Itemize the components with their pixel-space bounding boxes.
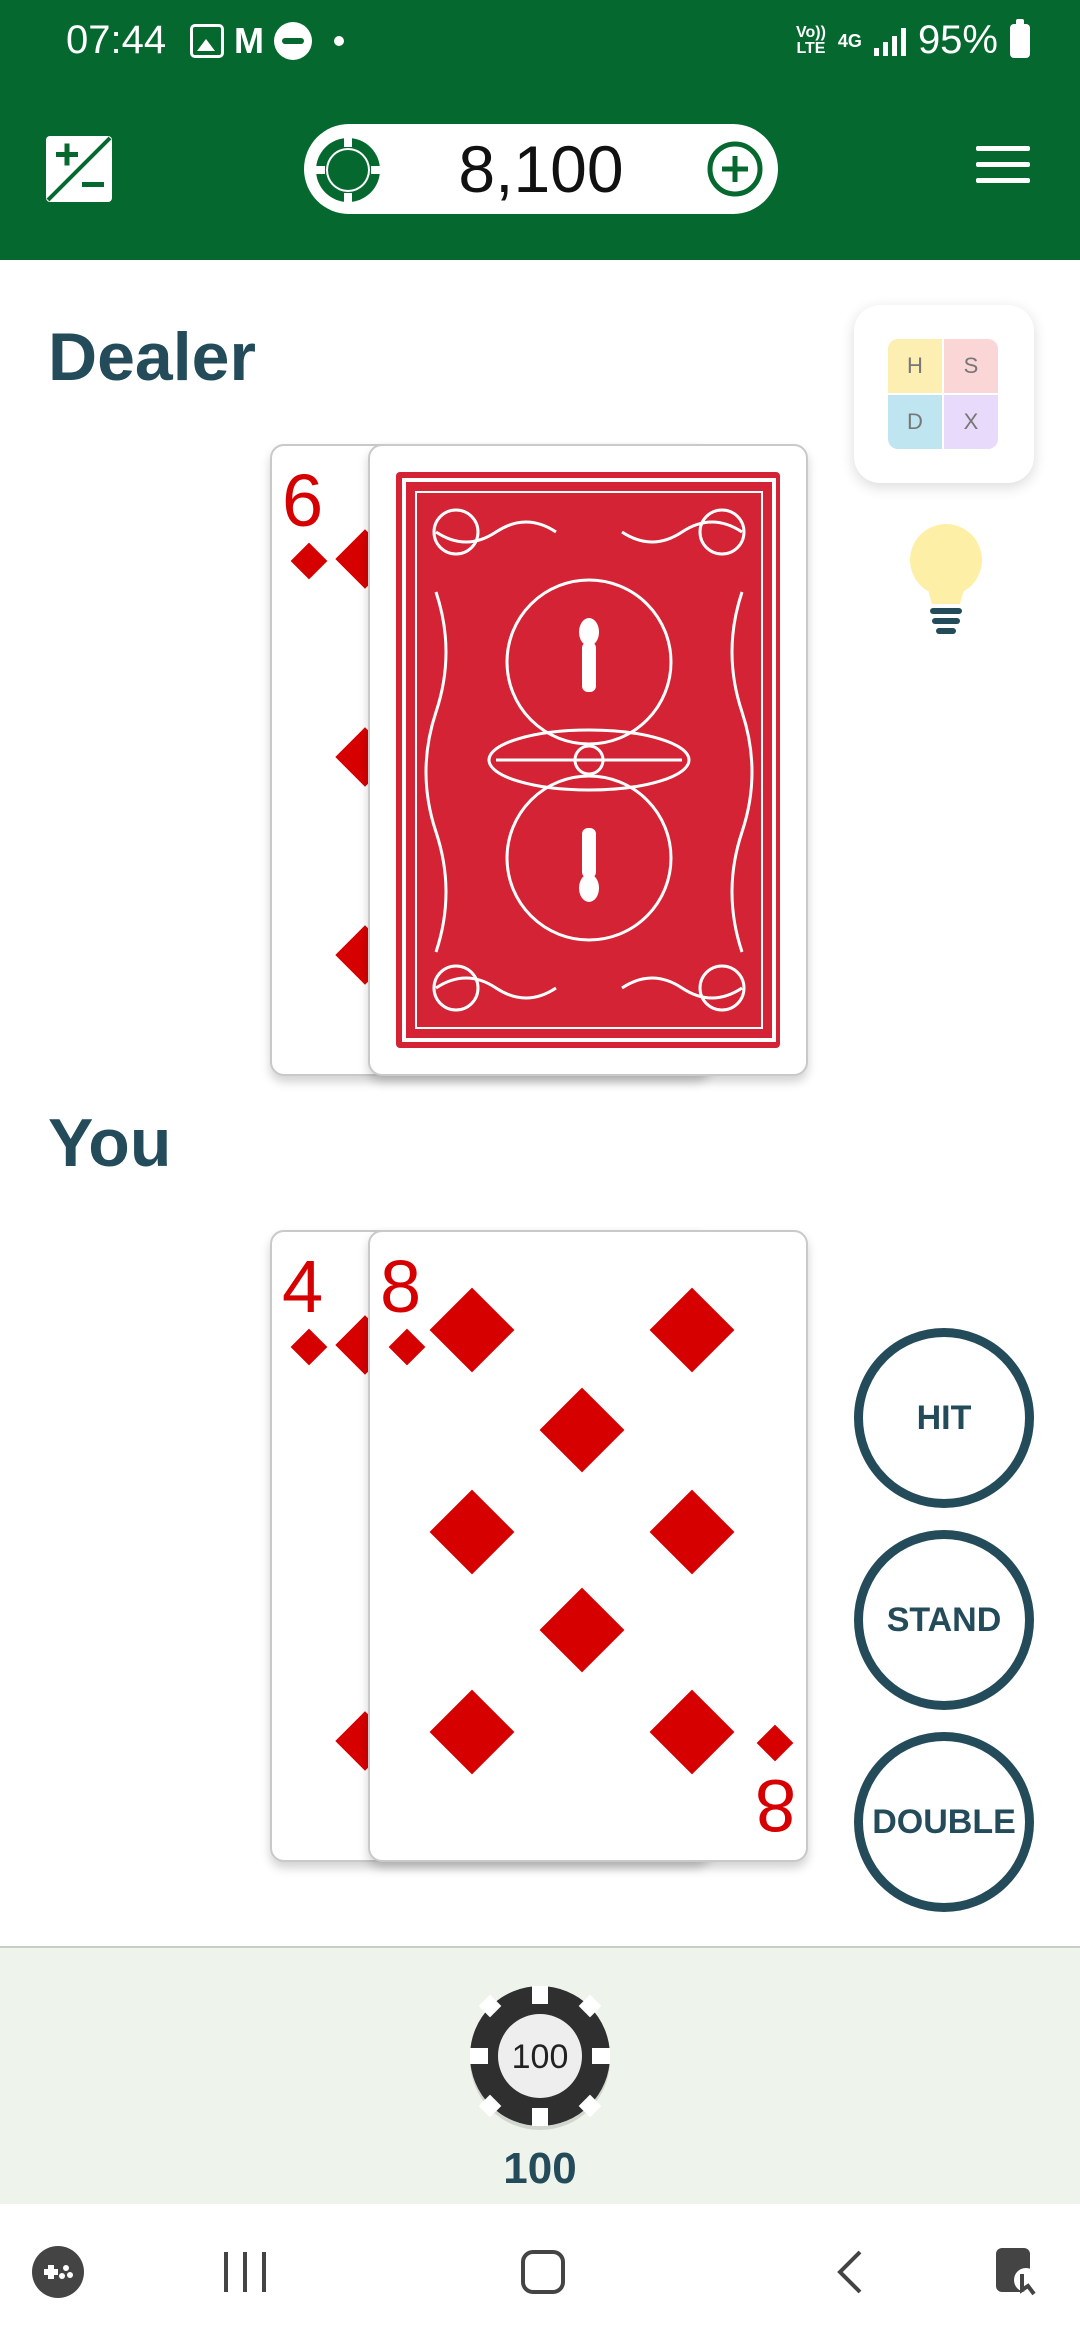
status-time: 07:44 (66, 18, 167, 62)
diamond-pip-icon (649, 1287, 735, 1373)
diamond-pip-icon (429, 1489, 515, 1575)
coin-balance[interactable]: 8,100 (304, 124, 778, 214)
gallery-notification-icon (190, 24, 224, 58)
diamond-pip-icon (429, 1689, 515, 1775)
hit-button[interactable]: HIT (854, 1328, 1034, 1508)
stand-button[interactable]: STAND (854, 1530, 1034, 1710)
coin-amount: 8,100 (458, 132, 624, 206)
volte-icon: Vo)) LTE (796, 23, 826, 57)
gmail-notification-icon: M (234, 20, 264, 61)
signal-strength-icon (873, 26, 906, 56)
bet-chip[interactable]: 100 (466, 1982, 614, 2130)
diamond-pip-icon (539, 1587, 625, 1673)
hamburger-menu-icon[interactable] (976, 146, 1030, 190)
app-bar: 8,100 (0, 82, 1080, 260)
dealer-label: Dealer (48, 319, 256, 395)
strategy-cell-stand: S (944, 339, 998, 393)
dealer-card-2-face-down (368, 444, 808, 1076)
diamond-suit-icon (756, 1724, 794, 1762)
strategy-cell-hit: H (888, 339, 942, 393)
system-nav-bar (0, 2204, 1080, 2340)
status-notification-icons: M (190, 22, 344, 60)
recent-apps-icon[interactable] (220, 2244, 270, 2300)
network-4g-icon: 4G (837, 30, 862, 51)
poker-chip-icon (314, 136, 382, 204)
battery-icon (1010, 18, 1030, 58)
strategy-cell-double: D (888, 395, 942, 449)
diamond-pip-icon (429, 1287, 515, 1373)
status-bar: 07:44 M Vo)) LTE 4G 95% (0, 0, 1080, 82)
diamond-pip-icon (539, 1387, 625, 1473)
card-rank: 4 (282, 1245, 324, 1328)
player-label: You (48, 1105, 172, 1181)
diamond-suit-icon (388, 1328, 426, 1366)
bet-chip-label: 100 (512, 2038, 569, 2076)
card-rank: 6 (282, 459, 324, 542)
double-button[interactable]: DOUBLE (854, 1732, 1034, 1912)
lightbulb-hint-icon[interactable] (906, 520, 986, 640)
status-system-icons: Vo)) LTE 4G 95% (796, 18, 1030, 63)
more-notifications-dot-icon (334, 36, 344, 46)
do-not-disturb-icon (274, 22, 312, 60)
add-circle-icon[interactable] (706, 140, 764, 198)
diamond-pip-icon (649, 1689, 735, 1775)
plus-minus-icon[interactable] (44, 134, 114, 204)
diamond-suit-icon (290, 1328, 328, 1366)
strategy-cell-split: X (944, 395, 998, 449)
back-icon[interactable] (826, 2244, 876, 2300)
accessibility-touch-icon[interactable] (990, 2244, 1046, 2300)
game-launcher-icon[interactable] (30, 2244, 86, 2300)
home-icon[interactable] (518, 2244, 568, 2300)
card-back-pattern (396, 472, 780, 1048)
battery-percentage: 95% (917, 18, 998, 62)
bet-amount: 100 (503, 2144, 577, 2193)
card-rank: 8 (380, 1245, 422, 1328)
card-rank-bottom: 8 (754, 1764, 796, 1847)
bet-area: 100 100 (0, 1946, 1080, 2204)
diamond-pip-icon (649, 1489, 735, 1575)
diamond-suit-icon (290, 542, 328, 580)
strategy-chart-button[interactable]: H S D X (854, 305, 1034, 483)
player-card-2: 8 8 (368, 1230, 808, 1862)
